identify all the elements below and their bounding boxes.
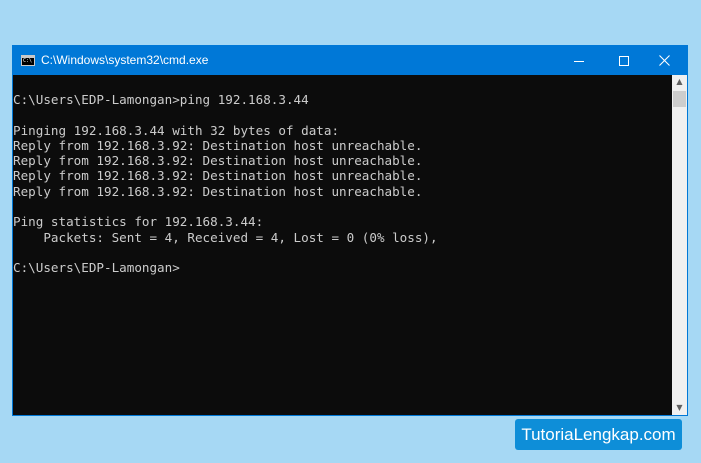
console-line: Ping statistics for 192.168.3.44:	[13, 214, 264, 230]
minimize-icon	[574, 61, 584, 62]
vertical-scrollbar[interactable]: ▲ ▼	[672, 75, 687, 415]
console-prompt-line: C:\Users\EDP-Lamongan>	[13, 260, 180, 276]
window-title: C:\Windows\system32\cmd.exe	[41, 53, 209, 67]
console-text: C:\Users\EDP-Lamongan>ping 192.168.3.44 …	[13, 75, 674, 276]
console-output[interactable]: C:\Users\EDP-Lamongan>ping 192.168.3.44 …	[13, 75, 674, 415]
cmd-icon-glyph: C:\	[23, 58, 33, 64]
maximize-button[interactable]	[601, 46, 646, 75]
console-line: C:\Users\EDP-Lamongan>ping 192.168.3.44	[13, 92, 309, 107]
watermark-badge: TutoriaLengkap.com	[515, 419, 682, 450]
minimize-button[interactable]	[556, 46, 601, 75]
close-icon	[659, 55, 670, 66]
console-line: Reply from 192.168.3.92: Destination hos…	[13, 183, 423, 199]
title-bar[interactable]: C:\ C:\Windows\system32\cmd.exe	[13, 46, 687, 75]
console-line: Reply from 192.168.3.92: Destination hos…	[13, 168, 423, 184]
scroll-thumb[interactable]	[673, 91, 686, 107]
cmd-window: C:\ C:\Windows\system32\cmd.exe C:\Users…	[12, 45, 688, 416]
cmd-console-icon[interactable]: C:\	[21, 55, 35, 66]
scroll-down-arrow-icon[interactable]: ▼	[672, 401, 687, 415]
close-button[interactable]	[643, 46, 688, 75]
console-line: Pinging 192.168.3.44 with 32 bytes of da…	[13, 122, 340, 138]
maximize-icon	[619, 56, 629, 66]
console-line: Reply from 192.168.3.92: Destination hos…	[13, 137, 423, 153]
console-line: Reply from 192.168.3.92: Destination hos…	[13, 153, 423, 169]
console-line: Packets: Sent = 4, Received = 4, Lost = …	[13, 229, 438, 245]
scroll-up-arrow-icon[interactable]: ▲	[672, 75, 687, 89]
